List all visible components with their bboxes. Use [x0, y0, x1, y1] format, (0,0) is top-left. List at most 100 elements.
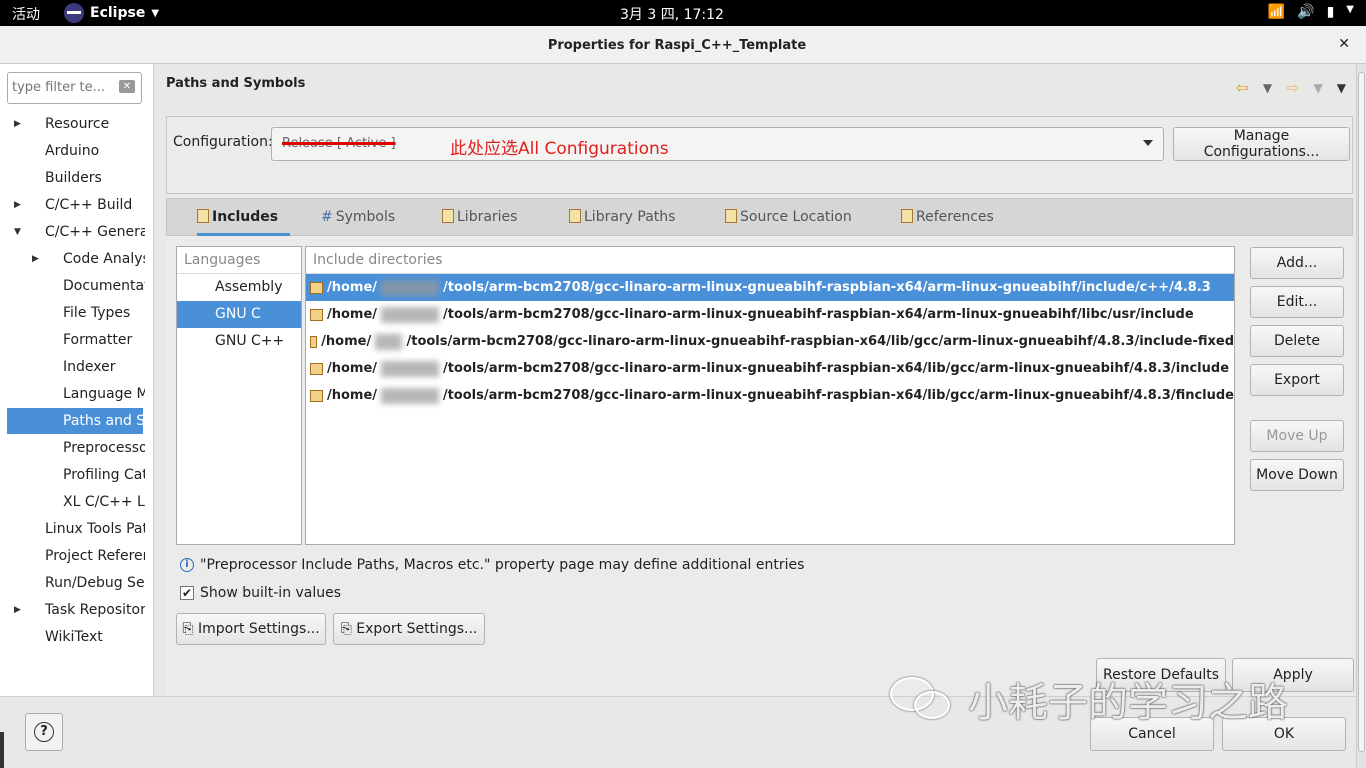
tree-item[interactable]: Formatter — [0, 327, 145, 353]
chevron-right-icon[interactable]: ▶ — [32, 246, 39, 272]
wechat-logo-icon — [888, 673, 960, 725]
tab-library-paths[interactable]: Library Paths — [569, 199, 675, 236]
tab-references[interactable]: References — [901, 199, 994, 236]
tree-item[interactable]: XL C/C++ La — [0, 489, 145, 515]
vertical-scrollbar[interactable] — [1356, 64, 1366, 768]
filter-input[interactable] — [12, 80, 112, 95]
include-directory-row[interactable]: /home/ /tools/arm-bcm2708/gcc-linaro-arm-… — [306, 328, 1234, 355]
path-prefix: /home/ — [321, 334, 372, 349]
chevron-right-icon[interactable]: ▶ — [14, 597, 21, 623]
system-tray[interactable]: 📶 🔊 ▮ ▼ — [1268, 4, 1354, 20]
language-item-gnu-cpp[interactable]: GNU C++ — [177, 328, 301, 355]
language-item-gnu-c[interactable]: GNU C — [177, 301, 301, 328]
chevron-down-icon[interactable]: ▼ — [1263, 81, 1272, 95]
tab-label: Symbols — [335, 209, 396, 225]
redacted-username — [381, 387, 439, 404]
languages-list: Languages Assembly GNU C GNU C++ — [176, 246, 302, 545]
system-top-bar: 活动 Eclipse ▼ 3月 3 四, 17:12 📶 🔊 ▮ ▼ — [0, 0, 1366, 26]
tree-item[interactable]: ▶ Task Repository — [0, 597, 145, 623]
filter-field[interactable]: ✕ — [7, 72, 142, 104]
configuration-select[interactable]: Release [ Active ] 此处应选All Configuration… — [271, 127, 1164, 161]
tree-item[interactable]: Arduino — [0, 138, 145, 164]
tab-label: Includes — [212, 209, 279, 225]
tree-item[interactable]: ▶ C/C++ Build — [0, 192, 145, 218]
tree-item[interactable]: Builders — [0, 165, 145, 191]
tab-libraries[interactable]: Libraries — [442, 199, 517, 236]
include-directory-row[interactable]: /home/ /tools/arm-bcm2708/gcc-linaro-arm-… — [306, 355, 1234, 382]
clock[interactable]: 3月 3 四, 17:12 — [620, 4, 724, 24]
tab-includes[interactable]: Includes — [197, 199, 290, 236]
checkbox-icon[interactable]: ✔ — [180, 586, 194, 600]
configuration-group: Configuration: Release [ Active ] 此处应选Al… — [166, 116, 1353, 194]
path-text: /tools/arm-bcm2708/gcc-linaro-arm-linux-… — [406, 334, 1234, 349]
tree-item-label: Documentat — [63, 278, 145, 294]
tree-item-label: Arduino — [45, 143, 100, 159]
source-folder-icon — [725, 209, 737, 223]
tree-item[interactable]: Paths and Sy — [7, 408, 143, 434]
language-item-assembly[interactable]: Assembly — [177, 274, 301, 301]
import-icon: ⎘ — [182, 621, 194, 637]
app-menu[interactable]: Eclipse ▼ — [64, 3, 159, 23]
chevron-down-icon[interactable]: ▼ — [1314, 81, 1323, 95]
page-title: Paths and Symbols — [166, 76, 306, 91]
tree-item[interactable]: File Types — [0, 300, 145, 326]
wechat-watermark: 小耗子的学习之路 — [888, 670, 1288, 728]
delete-button[interactable]: Delete — [1250, 325, 1344, 357]
dialog-title: Properties for Raspi_C++_Template — [547, 38, 807, 53]
include-directory-row[interactable]: /home/ /tools/arm-bcm2708/gcc-linaro-arm-… — [306, 301, 1234, 328]
tab-label: Source Location — [740, 209, 852, 225]
configuration-label: Configuration: — [173, 134, 273, 150]
tree-item[interactable]: Run/Debug Set — [0, 570, 145, 596]
include-directory-row[interactable]: /home/ /tools/arm-bcm2708/gcc-linaro-arm-… — [306, 274, 1234, 301]
chevron-down-icon[interactable]: ▼ — [14, 219, 21, 245]
tree-item[interactable]: Indexer — [0, 354, 145, 380]
scrollbar-thumb[interactable] — [1358, 72, 1365, 752]
languages-header: Languages — [177, 247, 301, 274]
move-up-button[interactable]: Move Up — [1250, 420, 1344, 452]
tab-source-location[interactable]: Source Location — [725, 199, 852, 236]
help-button[interactable]: ? — [25, 713, 63, 751]
tree-item[interactable]: ▶ Code Analys — [0, 246, 145, 272]
export-settings-button[interactable]: ⎘ Export Settings... — [333, 613, 485, 645]
view-menu-icon[interactable]: ▼ — [1337, 81, 1346, 95]
close-icon[interactable]: ✕ — [1338, 36, 1350, 52]
folder-icon — [310, 335, 318, 348]
back-arrow-icon[interactable]: ⇦ — [1235, 78, 1248, 97]
tab-symbols[interactable]: # Symbols — [321, 199, 395, 236]
tree-item[interactable]: WikiText — [0, 624, 145, 650]
add-button[interactable]: Add... — [1250, 247, 1344, 279]
tree-item[interactable]: Project Referer — [0, 543, 145, 569]
tab-label: Libraries — [457, 209, 518, 225]
export-button[interactable]: Export — [1250, 364, 1344, 396]
import-settings-button[interactable]: ⎘ Import Settings... — [176, 613, 326, 645]
library-path-icon — [569, 209, 581, 223]
info-text: "Preprocessor Include Paths, Macros etc.… — [200, 557, 805, 573]
show-builtin-label: Show built-in values — [200, 585, 342, 601]
show-builtin-checkbox[interactable]: ✔ Show built-in values — [180, 585, 341, 601]
tree-item[interactable]: Preprocesso — [0, 435, 145, 461]
folder-icon — [310, 308, 323, 321]
chevron-right-icon[interactable]: ▶ — [14, 192, 21, 218]
tree-item[interactable]: Documentat — [0, 273, 145, 299]
clear-filter-icon[interactable]: ✕ — [119, 80, 135, 93]
tree-item-label: Indexer — [63, 359, 116, 375]
tree-item-label: Linux Tools Pat — [45, 521, 145, 537]
path-text: /tools/arm-bcm2708/gcc-linaro-arm-linux-… — [442, 388, 1234, 403]
activities-button[interactable]: 活动 — [12, 4, 40, 24]
include-directories-header: Include directories — [306, 247, 1234, 274]
manage-configurations-button[interactable]: Manage Configurations... — [1173, 127, 1350, 161]
tree-item[interactable]: Linux Tools Pat — [0, 516, 145, 542]
include-directory-row[interactable]: /home/ /tools/arm-bcm2708/gcc-linaro-arm-… — [306, 382, 1234, 409]
forward-arrow-icon[interactable]: ⇨ — [1286, 78, 1299, 97]
chevron-down-icon: ▼ — [151, 7, 160, 19]
tree-item[interactable]: ▼ C/C++ General — [0, 219, 145, 245]
tree-item-label: Run/Debug Set — [45, 575, 145, 591]
tree-item-label: Project Referer — [45, 548, 145, 564]
tree-item[interactable]: ▶ Resource — [0, 111, 145, 137]
tree-item[interactable]: Language Ma — [0, 381, 145, 407]
edit-button[interactable]: Edit... — [1250, 286, 1344, 318]
chevron-right-icon[interactable]: ▶ — [14, 111, 21, 137]
move-down-button[interactable]: Move Down — [1250, 459, 1344, 491]
tree-item[interactable]: Profiling Cat — [0, 462, 145, 488]
property-tree-pane: ✕ ▶ Resource Arduino Builders ▶ C/C++ Build ▼ C… — [0, 64, 154, 696]
